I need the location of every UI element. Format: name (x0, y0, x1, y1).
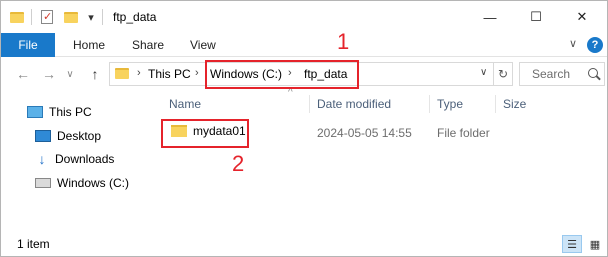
title-bar: ✓ ▾ ftp_data — ☐ ✕ (1, 1, 607, 33)
annotation-label-1: 1 (337, 29, 350, 54)
breadcrumb-separator[interactable]: › (195, 67, 199, 79)
column-header-size[interactable]: Size (503, 97, 526, 111)
column-header-type[interactable]: Type (437, 97, 463, 111)
maximize-button[interactable]: ☐ (513, 1, 559, 33)
ribbon-tabs: File Home Share View ∨ ? (1, 33, 607, 57)
annotation-label-2: 2 (232, 151, 245, 176)
annotation-box-folder (161, 119, 249, 148)
refresh-button[interactable]: ↻ (493, 62, 513, 86)
column-header-date[interactable]: Date modified (317, 97, 391, 111)
nav-item-desktop[interactable]: Desktop (35, 126, 101, 146)
annotation-box-address (205, 60, 359, 89)
new-folder-icon[interactable] (63, 9, 79, 25)
column-divider[interactable] (429, 95, 430, 113)
large-icons-view-icon[interactable]: ▦ (585, 235, 605, 253)
properties-icon[interactable]: ✓ (39, 9, 55, 25)
column-divider[interactable] (309, 95, 310, 113)
dropdown-arrow-icon: ▾ (88, 11, 94, 24)
file-type: File folder (437, 126, 490, 140)
window-title: ftp_data (113, 10, 157, 24)
column-header-name[interactable]: Name (169, 97, 201, 111)
nav-item-label: Desktop (57, 129, 102, 143)
column-divider[interactable] (495, 95, 496, 113)
checkmark-icon: ✓ (43, 11, 53, 23)
desktop-icon (35, 130, 51, 142)
nav-item-downloads[interactable]: ↓ Downloads (35, 149, 115, 169)
file-date: 2024-05-05 14:55 (317, 126, 412, 140)
search-input[interactable]: Search (519, 62, 605, 86)
search-icon (588, 68, 598, 78)
nav-item-windows-c[interactable]: Windows (C:) (35, 173, 129, 193)
breadcrumb-separator: › (137, 67, 141, 79)
up-button[interactable]: ↑ (85, 63, 105, 85)
back-button[interactable]: ← (13, 63, 33, 85)
close-button[interactable]: ✕ (559, 1, 605, 33)
tab-file[interactable]: File (1, 33, 55, 57)
title-separator (102, 9, 103, 25)
tab-view[interactable]: View (190, 33, 216, 57)
help-icon[interactable]: ? (587, 37, 603, 53)
explorer-window: ✓ ▾ ftp_data — ☐ ✕ File Home Share View … (0, 0, 608, 257)
details-view-icon[interactable]: ☰ (562, 235, 582, 253)
nav-item-this-pc[interactable]: This PC (27, 102, 92, 122)
minimize-button[interactable]: — (467, 1, 513, 33)
recent-locations-button[interactable]: ∨ (63, 63, 77, 85)
ribbon-collapse-icon[interactable]: ∨ (569, 37, 577, 50)
nav-item-label: Windows (C:) (57, 176, 130, 190)
breadcrumb-this-pc[interactable]: This PC (148, 67, 191, 81)
address-dropdown-icon[interactable]: ∨ (480, 67, 487, 78)
customize-toolbar-icon[interactable]: ▾ (85, 9, 97, 25)
folder-icon (9, 9, 25, 25)
computer-icon (27, 106, 43, 118)
nav-item-label: Downloads (55, 152, 115, 166)
nav-item-label: This PC (49, 105, 92, 119)
download-arrow-icon: ↓ (38, 151, 46, 167)
folder-icon (115, 68, 129, 79)
tab-home[interactable]: Home (73, 33, 105, 57)
title-separator (31, 9, 32, 25)
tab-share[interactable]: Share (132, 33, 164, 57)
search-placeholder: Search (532, 67, 571, 81)
status-item-count: 1 item (17, 237, 50, 251)
forward-button[interactable]: → (39, 63, 59, 85)
drive-icon (35, 178, 51, 188)
